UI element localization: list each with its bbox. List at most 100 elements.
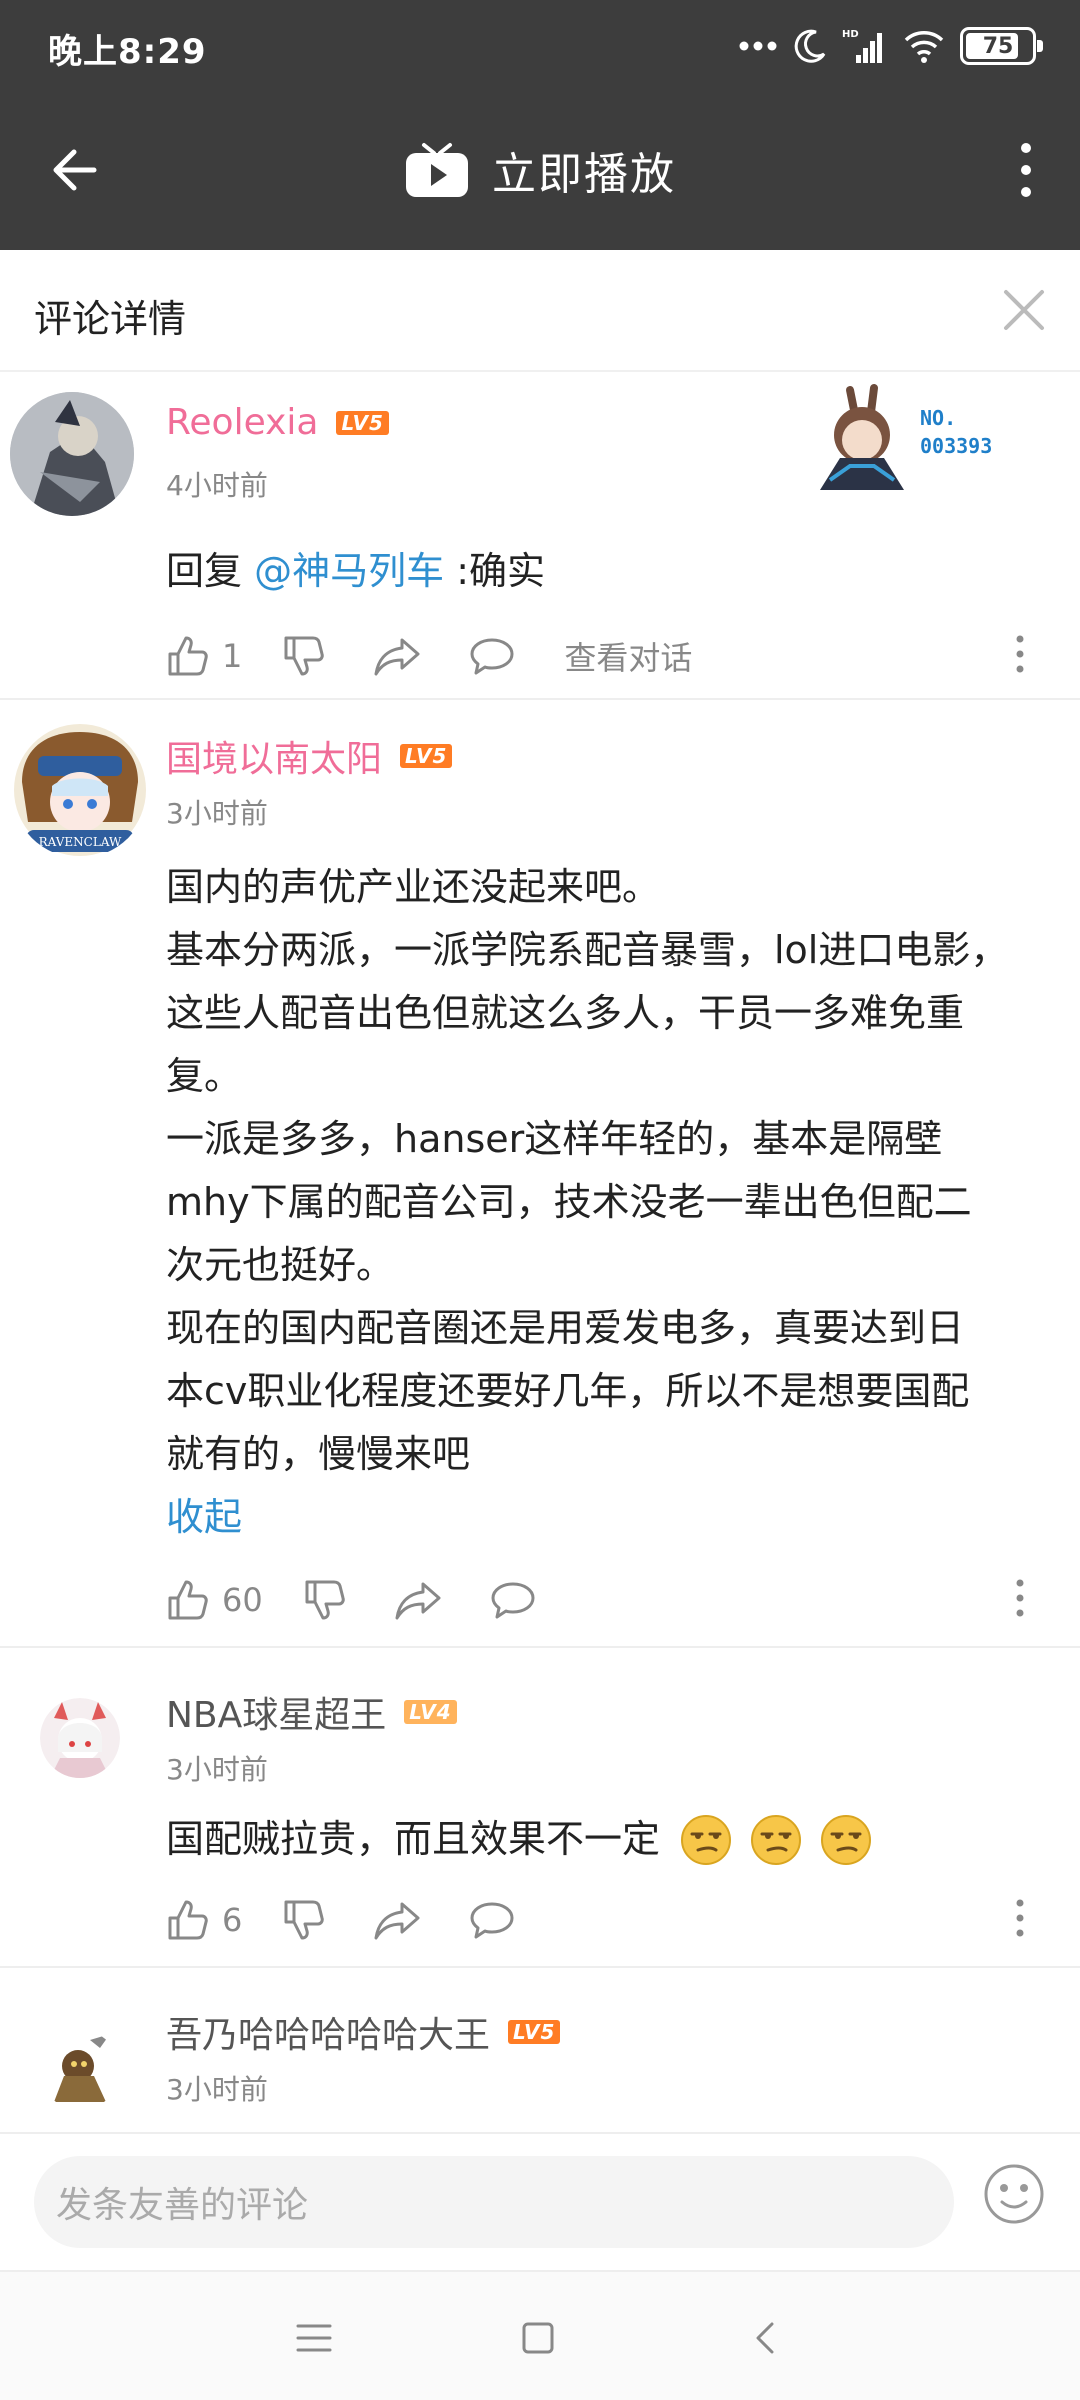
like-button[interactable]: 60 [166, 1578, 263, 1622]
comment-text: 回复 @神马列车 :确实 [166, 540, 1046, 603]
comment-line: 国内的声优产业还没起来吧。 [166, 865, 661, 909]
reply-prefix: 回复 [166, 549, 255, 593]
comment-line: 次元也挺好。 [166, 1243, 395, 1287]
thumbs-up-icon [168, 1580, 208, 1620]
comment-bubble-icon[interactable] [491, 1580, 535, 1620]
comment-detail-header: 评论详情 [0, 250, 1080, 372]
like-count: 1 [222, 637, 243, 675]
smirk-emoji-icon [681, 1814, 732, 1865]
wifi-icon [904, 31, 944, 63]
comment-time: 3小时前 [166, 797, 268, 830]
comment-actions: 1 查看对话 [166, 628, 1080, 684]
svg-text:HD: HD [842, 29, 859, 40]
comment-line: 一派是多多，hanser这样年轻的，基本是隔壁 [166, 1117, 943, 1161]
comment-input[interactable]: 发条友善的评论 [34, 2156, 954, 2248]
menu-icon[interactable] [292, 2316, 336, 2360]
username[interactable]: 国境以南太阳 [166, 730, 382, 782]
comment-bubble-icon[interactable] [470, 1900, 514, 1940]
comment-time: 4小时前 [166, 469, 268, 502]
comment-line: 复。 [166, 1054, 243, 1098]
level-badge: LV5 [336, 410, 389, 435]
status-icons: HD 75 [738, 22, 1043, 70]
comment-item: Reolexia LV5 4小时前 NO. 003393 回复 @神马列车 :确… [0, 372, 1080, 700]
comment-line: 这些人配音出色但就这么多人，干员一多难免重 [166, 991, 965, 1035]
comment-detail-title: 评论详情 [34, 297, 187, 341]
moon-icon [794, 29, 826, 63]
comment-input-bar: 发条友善的评论 [0, 2132, 1080, 2270]
mention-link[interactable]: @神马列车 [254, 549, 444, 593]
thumbs-down-icon[interactable] [282, 1898, 326, 1942]
like-button[interactable]: 1 [166, 634, 242, 678]
comment-username-row: NBA球星超王 LV4 [166, 1686, 457, 1738]
thumbs-down-icon[interactable] [303, 1578, 347, 1622]
avatar[interactable] [40, 1698, 120, 1778]
like-button[interactable]: 6 [166, 1898, 242, 1942]
comment-actions: 6 [166, 1892, 1080, 1948]
comment-time: 3小时前 [166, 2073, 268, 2106]
more-dots-icon [739, 41, 777, 51]
emoji-group [680, 1814, 872, 1866]
comment-bubble-icon[interactable] [470, 636, 514, 676]
comment-text: 国配贼拉贵，而且效果不一定 [166, 1817, 661, 1861]
battery-level: 75 [982, 33, 1014, 59]
app-bar: 立即播放 [0, 90, 1080, 250]
comment-username-row: 吾乃哈哈哈哈哈大王 LV5 [166, 2006, 561, 2058]
level-badge: LV5 [400, 744, 453, 768]
comment-more-icon[interactable] [1014, 1578, 1026, 1618]
close-icon[interactable] [998, 284, 1050, 336]
comment-item: 吾乃哈哈哈哈哈大王 LV5 3小时前 [0, 1968, 1080, 2132]
comment-item: RAVENCLAW 国境以南太阳 LV5 3小时前 国内的声优产业还没起来吧。 … [0, 700, 1080, 1648]
thumbs-up-icon [168, 1900, 208, 1940]
avatar[interactable] [40, 2030, 120, 2110]
share-icon[interactable] [395, 1580, 441, 1620]
comment-text: 国内的声优产业还没起来吧。 基本分两派，一派学院系配音暴雪，lol进口电影， 这… [166, 856, 1046, 1549]
avatar[interactable] [10, 392, 134, 516]
username[interactable]: Reolexia [166, 402, 318, 443]
medal-number: 003393 [920, 434, 993, 458]
like-count: 6 [222, 1901, 243, 1939]
username[interactable]: 吾乃哈哈哈哈哈大王 [166, 2006, 490, 2058]
comment-line: 基本分两派，一派学院系配音暴雪，lol进口电影， [166, 928, 1009, 972]
status-time: 晚上8:29 [48, 32, 207, 72]
comment-input-placeholder: 发条友善的评论 [56, 2185, 309, 2226]
comment-line: 就有的，慢慢来吧 [166, 1432, 471, 1476]
reply-text: :确实 [444, 549, 545, 593]
medal-label: NO. [920, 406, 957, 430]
comment-line: 本cv职业化程度还要好几年，所以不是想要国配 [166, 1369, 970, 1413]
play-now-button[interactable]: 立即播放 [0, 134, 1080, 206]
avatar-ravenclaw-text: RAVENCLAW [39, 835, 122, 849]
comment-more-icon[interactable] [1014, 634, 1026, 674]
avatar[interactable]: RAVENCLAW [12, 722, 148, 858]
smirk-emoji-icon [751, 1814, 802, 1865]
comment-username-row: 国境以南太阳 LV5 [166, 730, 453, 782]
thumbs-up-icon [168, 636, 208, 676]
vertical-dots-icon[interactable] [1008, 140, 1044, 200]
username[interactable]: NBA球星超王 [166, 1686, 386, 1738]
comment-line: mhy下属的配音公司，技术没老一辈出色但配二 [166, 1180, 972, 1224]
comment-more-icon[interactable] [1014, 1898, 1026, 1938]
comment-item: NBA球星超王 LV4 3小时前 国配贼拉贵，而且效果不一定 6 [0, 1648, 1080, 1968]
share-icon[interactable] [374, 1900, 420, 1940]
battery-icon: 75 [960, 27, 1043, 65]
share-icon[interactable] [374, 636, 420, 676]
comment-text-row: 国配贼拉贵，而且效果不一定 [166, 1808, 1046, 1871]
hd-signal-icon: HD [842, 29, 882, 63]
comment-time: 3小时前 [166, 1753, 268, 1786]
status-bar: 晚上8:29 HD 75 [0, 0, 1080, 90]
level-badge: LV5 [508, 2020, 561, 2044]
back-chevron-icon[interactable] [744, 2316, 788, 2360]
view-conversation-link[interactable]: 查看对话 [564, 633, 692, 679]
comment-username-row: Reolexia LV5 [166, 402, 389, 443]
system-nav-bar [0, 2270, 1080, 2400]
like-count: 60 [222, 1581, 263, 1619]
medal-character-image [820, 384, 904, 490]
home-square-icon[interactable] [516, 2316, 560, 2360]
emoji-face-icon[interactable] [982, 2162, 1046, 2226]
collapse-link[interactable]: 收起 [166, 1486, 1046, 1549]
comment-line: 现在的国内配音圈还是用爱发电多，真要达到日 [166, 1306, 965, 1350]
level-badge: LV4 [404, 1700, 457, 1724]
thumbs-down-icon[interactable] [282, 634, 326, 678]
comment-actions: 60 [166, 1572, 1080, 1628]
fan-medal: NO. 003393 [800, 380, 1030, 490]
smirk-emoji-icon [821, 1814, 872, 1865]
